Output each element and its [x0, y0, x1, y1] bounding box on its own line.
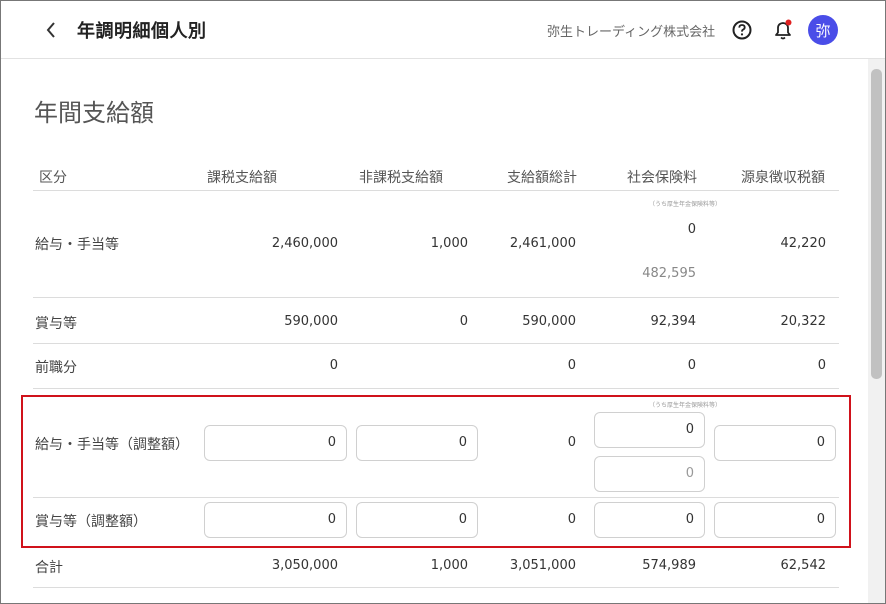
- cell-previous-taxable: 0: [329, 358, 338, 373]
- notification-button[interactable]: [772, 18, 794, 42]
- cell-previous-social: 0: [687, 358, 696, 373]
- column-header-taxable: 課税支給額: [207, 170, 277, 186]
- column-header-withholding: 源泉徴収税額: [741, 170, 825, 186]
- column-header-total: 支給額総計: [507, 170, 577, 186]
- column-header-nontaxable: 非課税支給額: [359, 170, 443, 186]
- cell-sum-nontaxable: 1,000: [430, 558, 468, 573]
- scrollbar-thumb[interactable]: [871, 69, 882, 379]
- cell-salary-total: 2,461,000: [509, 236, 576, 251]
- cell-salary-social-sub: 482,595: [642, 266, 696, 281]
- divider: [33, 343, 839, 344]
- cell-sum-total: 3,051,000: [509, 558, 576, 573]
- divider: [33, 388, 839, 389]
- column-header-category: 区分: [39, 170, 67, 186]
- app-window: 年調明細個人別 弥生トレーディング株式会社 弥 年間支給額 区分 課税支給額 非…: [0, 0, 886, 604]
- cell-bonus-total: 590,000: [522, 314, 576, 329]
- cell-previous-withholding: 0: [817, 358, 826, 373]
- highlight-box: [21, 395, 851, 548]
- cell-previous-total: 0: [567, 358, 576, 373]
- row-label-sum: 合計: [35, 560, 63, 576]
- cell-sum-taxable: 3,050,000: [271, 558, 338, 573]
- cell-sum-social: 574,989: [642, 558, 696, 573]
- divider: [33, 297, 839, 298]
- bell-icon: [775, 19, 792, 40]
- avatar[interactable]: 弥: [808, 15, 838, 45]
- back-button[interactable]: [39, 18, 63, 42]
- row-label-previous: 前職分: [35, 360, 77, 376]
- page-title: 年調明細個人別: [77, 21, 207, 42]
- cell-bonus-withholding: 20,322: [780, 314, 827, 329]
- vertical-scrollbar[interactable]: [868, 59, 885, 603]
- divider: [33, 587, 839, 588]
- column-header-social-insurance: 社会保険料: [627, 170, 697, 186]
- cell-bonus-nontaxable: 0: [459, 314, 468, 329]
- cell-bonus-taxable: 590,000: [284, 314, 338, 329]
- top-header: 年調明細個人別 弥生トレーディング株式会社 弥: [1, 1, 885, 59]
- cell-sum-withholding: 62,542: [780, 558, 827, 573]
- cell-salary-taxable: 2,460,000: [271, 236, 338, 251]
- cell-salary-withholding: 42,220: [780, 236, 827, 251]
- row-label-salary: 給与・手当等: [35, 237, 119, 253]
- help-button[interactable]: [731, 19, 753, 41]
- notification-dot: [785, 19, 792, 26]
- company-name: 弥生トレーディング株式会社: [547, 25, 716, 40]
- social-insurance-note: （うち厚生年金保険料等）: [649, 201, 722, 208]
- cell-salary-nontaxable: 1,000: [430, 236, 468, 251]
- section-title: 年間支給額: [34, 99, 154, 127]
- row-label-bonus: 賞与等: [35, 316, 77, 332]
- cell-bonus-social: 92,394: [650, 314, 697, 329]
- chevron-left-icon: [46, 22, 55, 38]
- divider: [33, 190, 839, 191]
- cell-salary-social: 0: [687, 222, 696, 237]
- help-icon: [732, 20, 752, 40]
